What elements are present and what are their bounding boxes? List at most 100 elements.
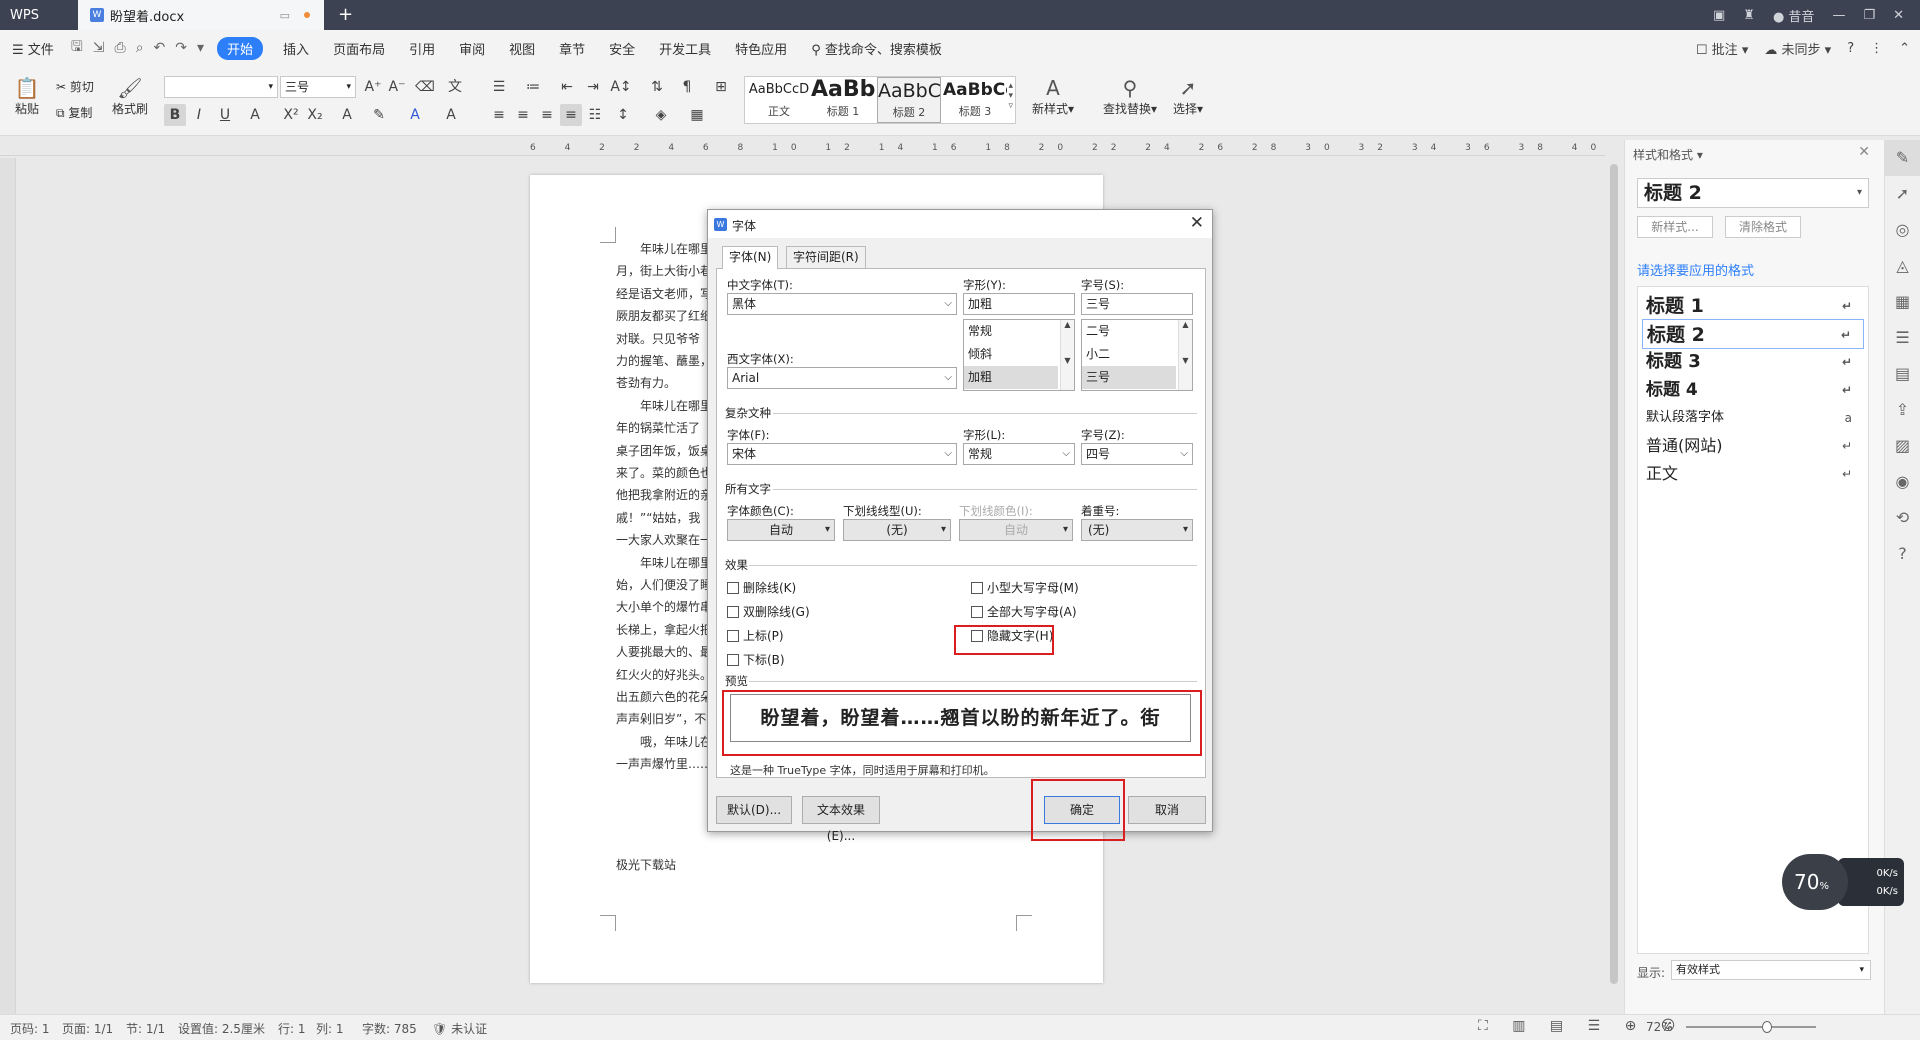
history-icon[interactable]: ⟲: [1885, 500, 1920, 536]
underline-button[interactable]: U: [214, 104, 236, 126]
window-mode-icon[interactable]: ▭: [280, 9, 290, 22]
command-search[interactable]: ⚲ 查找命令、搜索模板: [799, 39, 954, 58]
style-gallery-scroll-icon[interactable]: ▴ ▾ ▿: [1008, 81, 1013, 111]
tab-count-icon[interactable]: ▣: [1713, 8, 1725, 23]
shapes-icon[interactable]: ◎: [1885, 212, 1920, 248]
more-icon[interactable]: ⋮: [1870, 41, 1883, 56]
wps-home-tab[interactable]: WPS: [0, 0, 72, 30]
table-icon[interactable]: ▦: [1885, 284, 1920, 320]
sort-icon[interactable]: ⇅: [646, 76, 668, 98]
west-font-select[interactable]: Arial ⌵: [727, 367, 957, 389]
decrease-indent-icon[interactable]: ⇤: [556, 76, 578, 98]
status-page[interactable]: 页码: 1: [10, 1020, 50, 1037]
cancel-button[interactable]: 取消: [1128, 796, 1206, 824]
share-icon[interactable]: ⇪: [1885, 392, 1920, 428]
double-strike-checkbox[interactable]: 双删除线(G): [727, 603, 810, 620]
font-color-icon[interactable]: A: [404, 104, 426, 126]
status-setting[interactable]: 设置值: 2.5厘米: [178, 1020, 265, 1037]
redo-icon[interactable]: ↷: [170, 40, 192, 56]
style-option[interactable]: 倾斜: [964, 343, 1058, 366]
undo-icon[interactable]: ↶: [149, 40, 171, 56]
find-replace-button[interactable]: ⚲ 查找替换▾: [1100, 76, 1160, 117]
styles-panel-header[interactable]: 样式和格式 ▾: [1633, 146, 1703, 163]
select-button[interactable]: ➚ 选择▾: [1168, 76, 1208, 117]
comment-button[interactable]: ☐ 批注 ▾: [1696, 39, 1748, 58]
show-marks-icon[interactable]: ¶: [676, 76, 698, 98]
style-pen-icon[interactable]: ✎: [1885, 140, 1920, 176]
align-center-icon[interactable]: ≡: [512, 104, 534, 126]
style-list-item[interactable]: 普通(网站) ↵: [1642, 431, 1864, 461]
tab-developer[interactable]: 开发工具: [647, 39, 723, 58]
minimize-button[interactable]: —: [1832, 8, 1845, 23]
sync-button[interactable]: ☁ 未同步 ▾: [1764, 39, 1831, 58]
checkbox-box[interactable]: [727, 605, 739, 618]
subscript-checkbox[interactable]: 下标(B): [727, 651, 785, 668]
help-icon[interactable]: ?: [1847, 41, 1854, 56]
bullet-list-icon[interactable]: ☰: [488, 76, 510, 98]
style-list-item[interactable]: 默认段落字体 a: [1642, 403, 1864, 433]
align-justify-icon[interactable]: ≡: [560, 104, 582, 126]
style-list-item[interactable]: 标题 1 ↵: [1642, 291, 1864, 321]
cn-font-select[interactable]: 黑体 ⌵: [727, 293, 957, 315]
tab-security[interactable]: 安全: [597, 39, 647, 58]
number-list-icon[interactable]: ≔: [522, 76, 544, 98]
checkbox-box[interactable]: [727, 653, 739, 666]
close-window-button[interactable]: ✕: [1893, 8, 1904, 23]
document-icon[interactable]: ▤: [1885, 356, 1920, 392]
copy-button[interactable]: ⧉ 复制: [56, 104, 92, 121]
network-meter[interactable]: 70%: [1782, 854, 1848, 910]
text-effect-icon[interactable]: A: [336, 104, 358, 126]
document-tab[interactable]: W 盼望着.docx ▭: [78, 0, 324, 30]
restore-button[interactable]: ❐: [1863, 8, 1875, 23]
text-direction-icon[interactable]: A↕: [610, 76, 632, 98]
format-painter-button[interactable]: 🖌 格式刷: [110, 76, 150, 117]
strikethrough-checkbox[interactable]: 删除线(K): [727, 579, 796, 596]
style-option[interactable]: 加粗: [964, 366, 1058, 389]
font-color-select[interactable]: 自动 ▾: [727, 519, 835, 541]
highlight-icon[interactable]: ✎: [368, 104, 390, 126]
align-right-icon[interactable]: ≡: [536, 104, 558, 126]
status-words[interactable]: 字数: 785: [362, 1020, 417, 1037]
bold-button[interactable]: B: [164, 104, 186, 126]
tab-references[interactable]: 引用: [397, 39, 447, 58]
style-input[interactable]: 加粗: [963, 293, 1075, 315]
complex-style-select[interactable]: 常规 ⌵: [963, 443, 1075, 465]
italic-button[interactable]: I: [188, 104, 210, 126]
status-pages[interactable]: 页面: 1/1: [62, 1020, 113, 1037]
tab-features[interactable]: 特色应用: [723, 39, 799, 58]
tab-insert[interactable]: 插入: [271, 39, 321, 58]
size-option[interactable]: 二号: [1082, 320, 1176, 343]
scrollbar-thumb[interactable]: [1610, 164, 1618, 984]
user-avatar[interactable]: ● 昔音: [1773, 6, 1815, 25]
new-style-button[interactable]: A 新样式▾: [1026, 76, 1080, 117]
clear-format-icon[interactable]: ⌫: [414, 76, 436, 98]
current-style-select[interactable]: 标题 2 ▾: [1637, 178, 1869, 208]
table-border-icon[interactable]: ⊞: [710, 76, 732, 98]
size-input[interactable]: 三号: [1081, 293, 1193, 315]
char-shading-icon[interactable]: A: [440, 104, 462, 126]
complex-size-select[interactable]: 四号 ⌵: [1081, 443, 1193, 465]
vertical-scrollbar[interactable]: [1607, 140, 1621, 1014]
all-caps-checkbox[interactable]: 全部大写字母(A): [971, 603, 1077, 620]
emphasis-select[interactable]: (无) ▾: [1081, 519, 1193, 541]
style-list-item[interactable]: 标题 4 ↵: [1642, 375, 1864, 405]
small-caps-checkbox[interactable]: 小型大写字母(M): [971, 579, 1079, 596]
skin-icon[interactable]: ♜: [1743, 8, 1755, 23]
help-panel-icon[interactable]: ?: [1885, 536, 1920, 572]
collapse-ribbon-icon[interactable]: ⌃: [1899, 41, 1910, 56]
style-normal[interactable]: AaBbCcD 正文: [747, 77, 811, 123]
align-left-icon[interactable]: ≡: [488, 104, 510, 126]
size-option[interactable]: 三号: [1082, 366, 1176, 389]
style-list-item[interactable]: 标题 3 ↵: [1642, 347, 1864, 377]
line-spacing-icon[interactable]: ↕: [612, 104, 634, 126]
size-list-scrollbar[interactable]: ▲ ▼: [1178, 320, 1192, 390]
cursor-tool-icon[interactable]: ➚: [1885, 176, 1920, 212]
more-quick-icon[interactable]: ▾: [192, 40, 209, 56]
size-option[interactable]: 小二: [1082, 343, 1176, 366]
tab-home[interactable]: 开始: [217, 36, 264, 60]
distributed-icon[interactable]: ☷: [584, 104, 606, 126]
tab-chapter[interactable]: 章节: [547, 39, 597, 58]
tab-layout[interactable]: 页面布局: [321, 39, 397, 58]
style-listbox[interactable]: 常规 倾斜 加粗 ▲ ▼: [963, 319, 1075, 391]
clear-format-button[interactable]: 清除格式: [1725, 216, 1801, 238]
